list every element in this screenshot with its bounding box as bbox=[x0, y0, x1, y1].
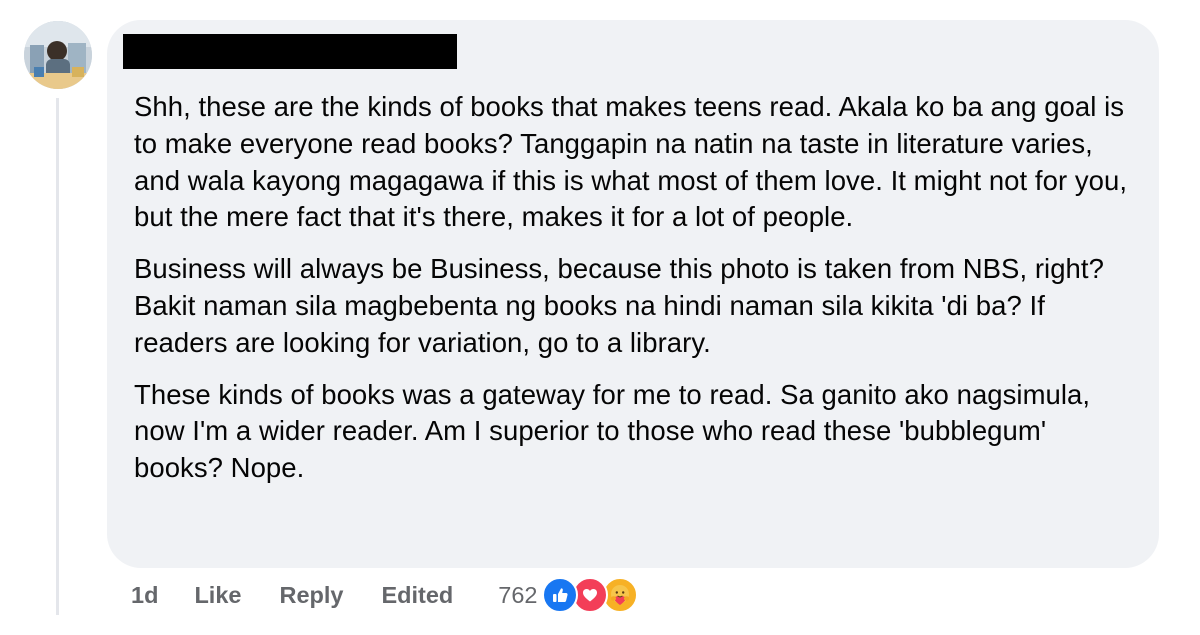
avatar[interactable] bbox=[24, 21, 92, 89]
comment-text: Shh, these are the kinds of books that m… bbox=[134, 89, 1129, 487]
edited-label[interactable]: Edited bbox=[381, 582, 453, 609]
comment-paragraph: Shh, these are the kinds of books that m… bbox=[134, 91, 1128, 233]
thread-line bbox=[56, 98, 59, 615]
comment-paragraph: These kinds of books was a gateway for m… bbox=[134, 378, 1091, 484]
author-name-redacted[interactable] bbox=[123, 34, 457, 69]
comment-paragraph: Business will always be Business, becaus… bbox=[134, 253, 1104, 358]
timestamp-link[interactable]: 1d bbox=[131, 582, 158, 609]
comment-actions: 1d Like Reply Edited 762 bbox=[131, 575, 638, 615]
like-icon bbox=[541, 577, 578, 613]
reaction-icons[interactable] bbox=[541, 577, 638, 613]
comment-bubble: Shh, these are the kinds of books that m… bbox=[107, 20, 1159, 568]
avatar-image bbox=[24, 21, 92, 89]
like-button[interactable]: Like bbox=[194, 582, 241, 609]
reaction-count[interactable]: 762 bbox=[498, 582, 537, 609]
reply-button[interactable]: Reply bbox=[279, 582, 343, 609]
